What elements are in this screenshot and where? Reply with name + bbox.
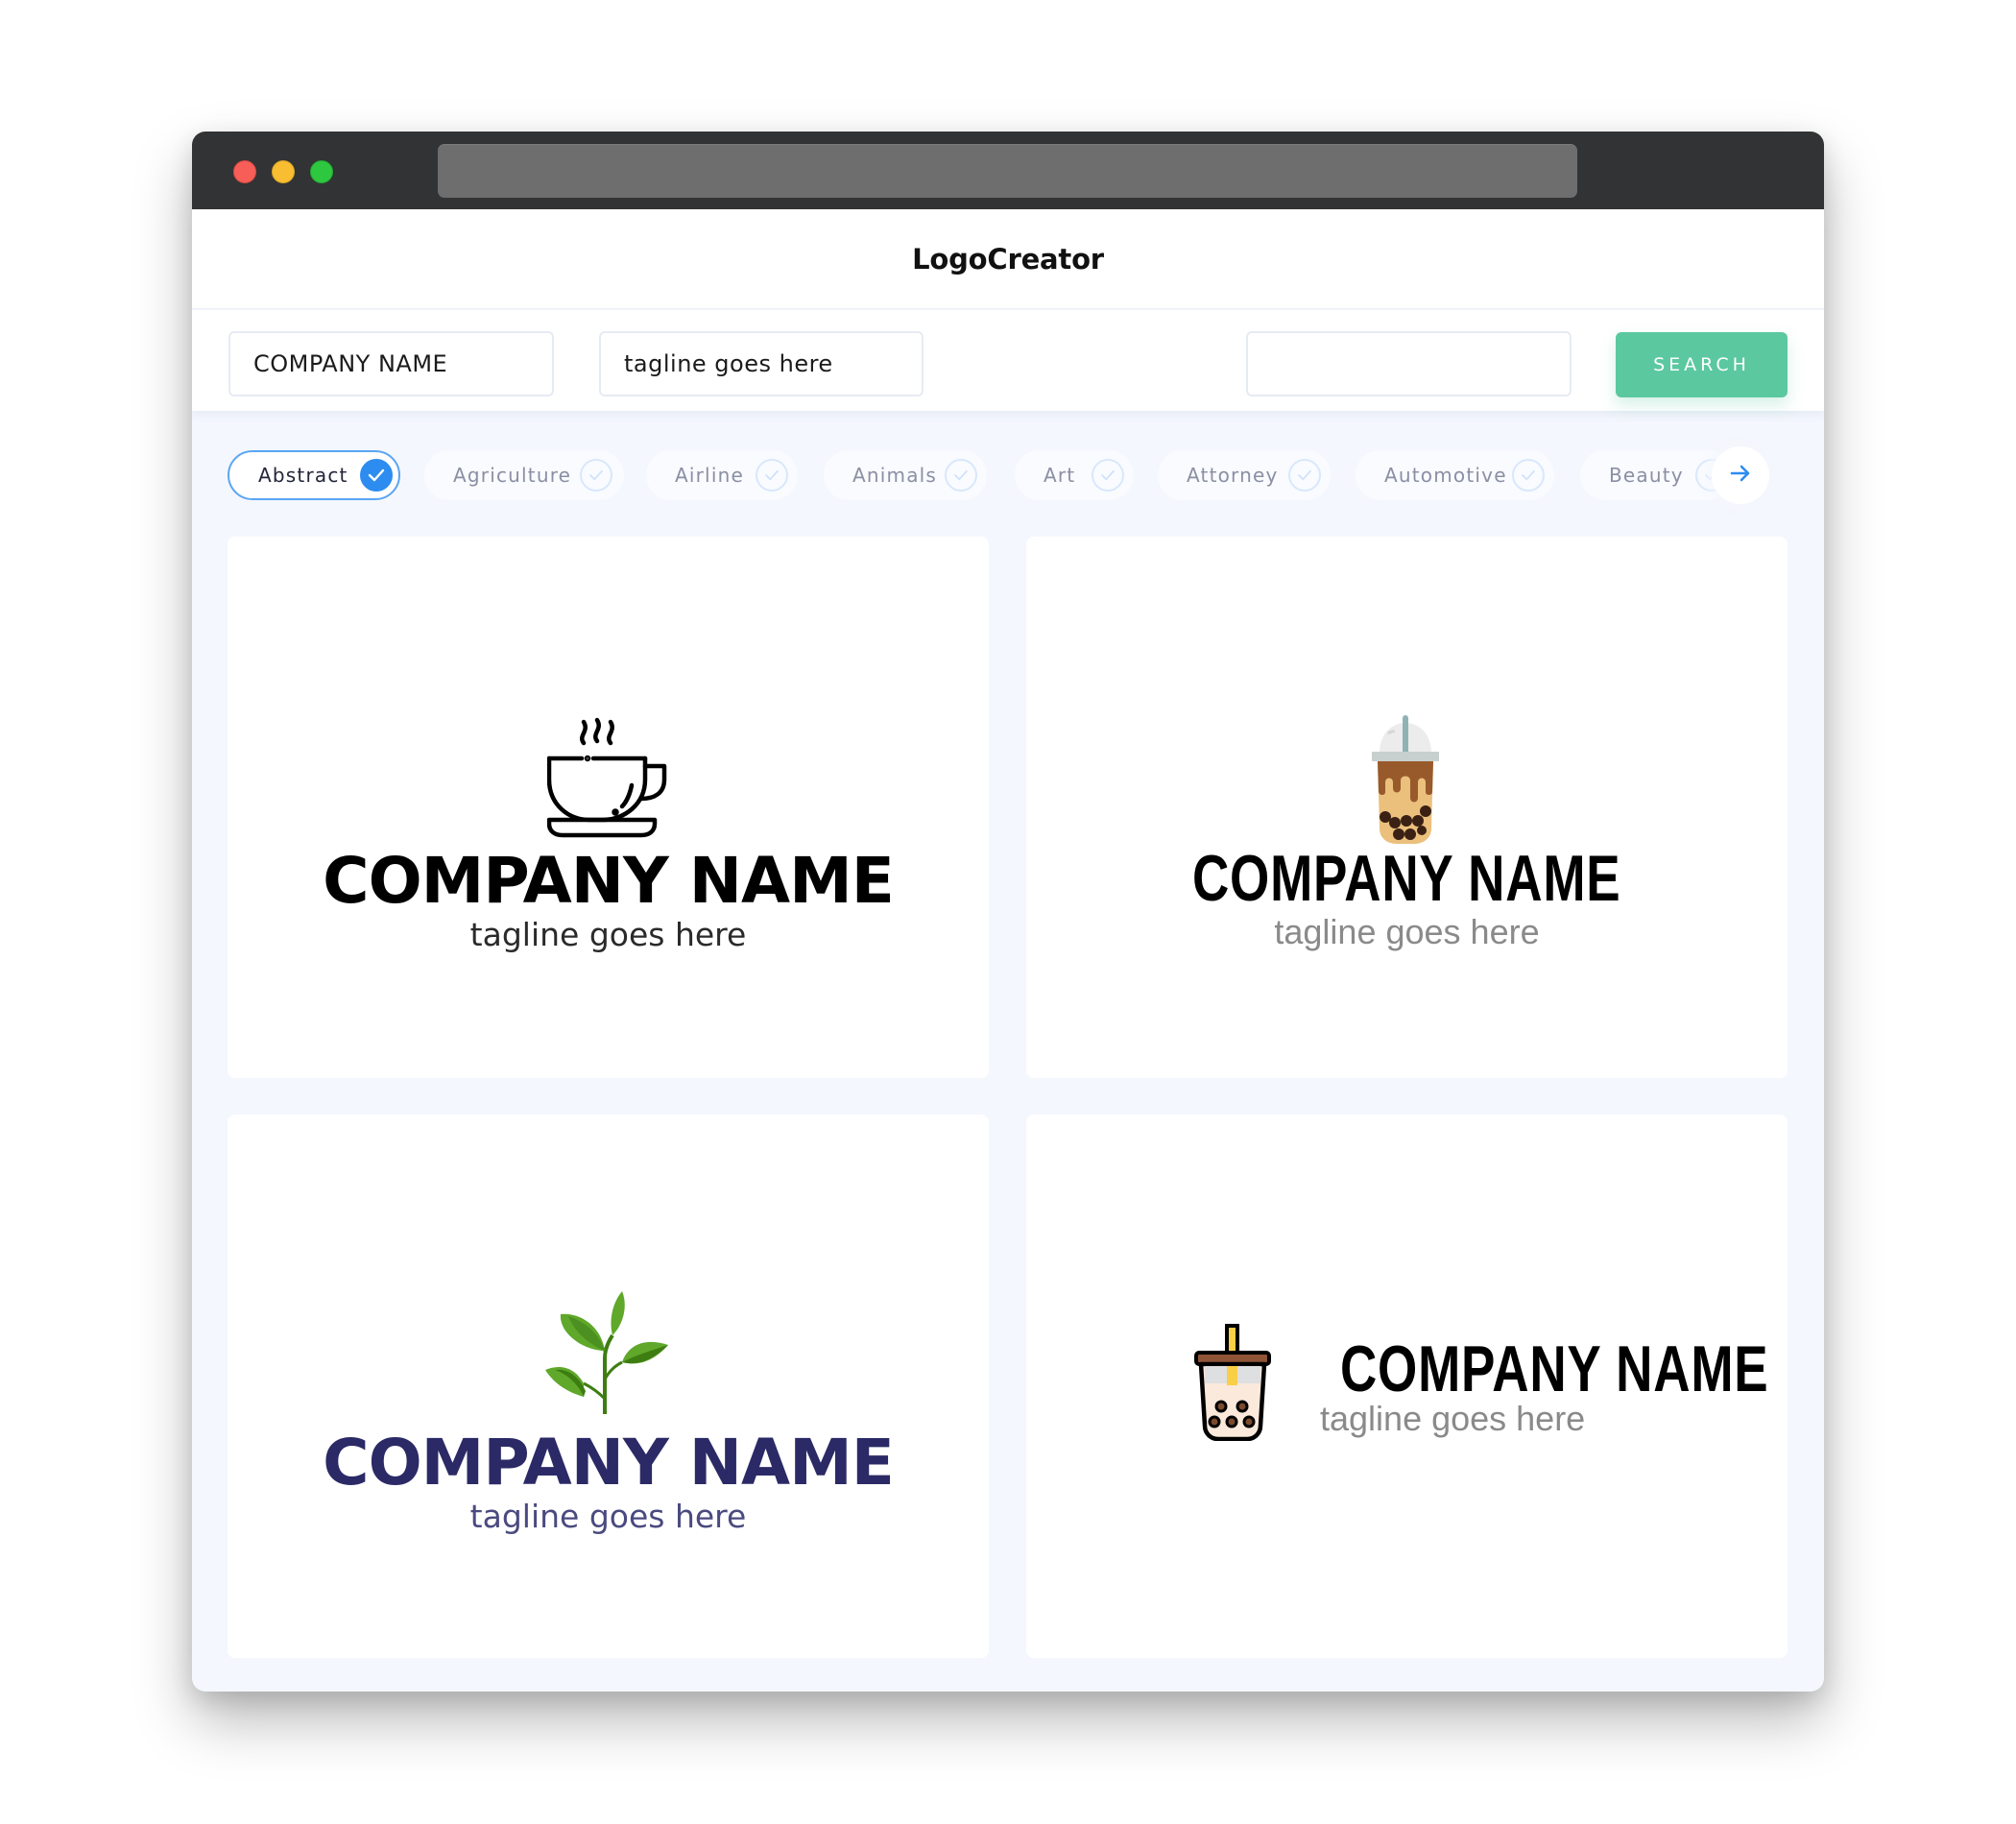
logo-card[interactable]: COMPANY NAME tagline goes here <box>228 537 989 1078</box>
search-button[interactable]: SEARCH <box>1616 332 1788 397</box>
arrow-right-icon <box>1730 465 1751 486</box>
category-chip-label: Airline <box>675 464 744 487</box>
logo-company-name: COMPANY NAME <box>1339 1332 1769 1405</box>
logo-company-name: COMPANY NAME <box>323 844 895 918</box>
logo-card[interactable]: COMPANY NAME tagline goes here <box>1026 1115 1788 1658</box>
company-name-input[interactable]: COMPANY NAME <box>228 331 554 396</box>
title-bar <box>192 132 1824 209</box>
tagline-input[interactable]: tagline goes here <box>599 331 924 396</box>
logo-card[interactable]: COMPANY NAME tagline goes here <box>1026 537 1788 1078</box>
check-icon <box>756 459 788 492</box>
check-icon <box>945 459 977 492</box>
keyword-input[interactable] <box>1246 331 1572 396</box>
check-icon <box>580 459 612 492</box>
brand-logo[interactable]: LogoCreator <box>912 243 1104 276</box>
logo-tagline: tagline goes here <box>469 916 747 953</box>
category-chip-agriculture[interactable]: Agriculture <box>424 450 624 500</box>
coffee-cup-icon <box>546 716 670 843</box>
minimize-window-button[interactable] <box>272 160 295 183</box>
category-chip-beauty[interactable]: Beauty <box>1580 450 1734 500</box>
search-row: COMPANY NAME tagline goes here SEARCH <box>192 310 1824 411</box>
category-chip-attorney[interactable]: Attorney <box>1158 450 1331 500</box>
address-bar[interactable] <box>438 144 1577 198</box>
category-chip-label: Art <box>1044 464 1076 487</box>
logo-tagline: tagline goes here <box>1274 912 1540 951</box>
category-chip-abstract[interactable]: Abstract <box>228 450 400 500</box>
bubble-tea-icon <box>1372 715 1439 848</box>
category-chip-label: Agriculture <box>453 464 572 487</box>
category-chip-label: Automotive <box>1384 464 1507 487</box>
category-chip-label: Abstract <box>258 464 348 487</box>
category-chip-label: Beauty <box>1609 464 1684 487</box>
close-window-button[interactable] <box>233 160 256 183</box>
category-chip-animals[interactable]: Animals <box>824 450 987 500</box>
check-icon <box>1092 459 1124 492</box>
category-chip-art[interactable]: Art <box>1015 450 1134 500</box>
logo-card[interactable]: COMPANY NAME tagline goes here <box>228 1115 989 1658</box>
logo-tagline: tagline goes here <box>1320 1399 1586 1438</box>
category-filter-bar: Abstract Agriculture Airline Animals Art <box>192 446 1824 504</box>
next-categories-button[interactable] <box>1712 446 1769 504</box>
check-icon <box>1512 459 1545 492</box>
browser-window: LogoCreator COMPANY NAME tagline goes he… <box>192 132 1824 1692</box>
category-chip-label: Animals <box>852 464 938 487</box>
category-chip-airline[interactable]: Airline <box>646 450 798 500</box>
boba-cup-icon <box>1193 1324 1272 1445</box>
category-chip-automotive[interactable]: Automotive <box>1356 450 1554 500</box>
check-icon <box>360 459 393 492</box>
maximize-window-button[interactable] <box>310 160 333 183</box>
logo-company-name: COMPANY NAME <box>323 1426 895 1500</box>
check-icon <box>1288 459 1321 492</box>
logo-company-name: COMPANY NAME <box>1192 842 1621 915</box>
tea-leaf-icon <box>545 1291 670 1418</box>
category-chip-label: Attorney <box>1187 464 1279 487</box>
logo-tagline: tagline goes here <box>469 1498 747 1535</box>
app-header: LogoCreator <box>192 209 1824 309</box>
